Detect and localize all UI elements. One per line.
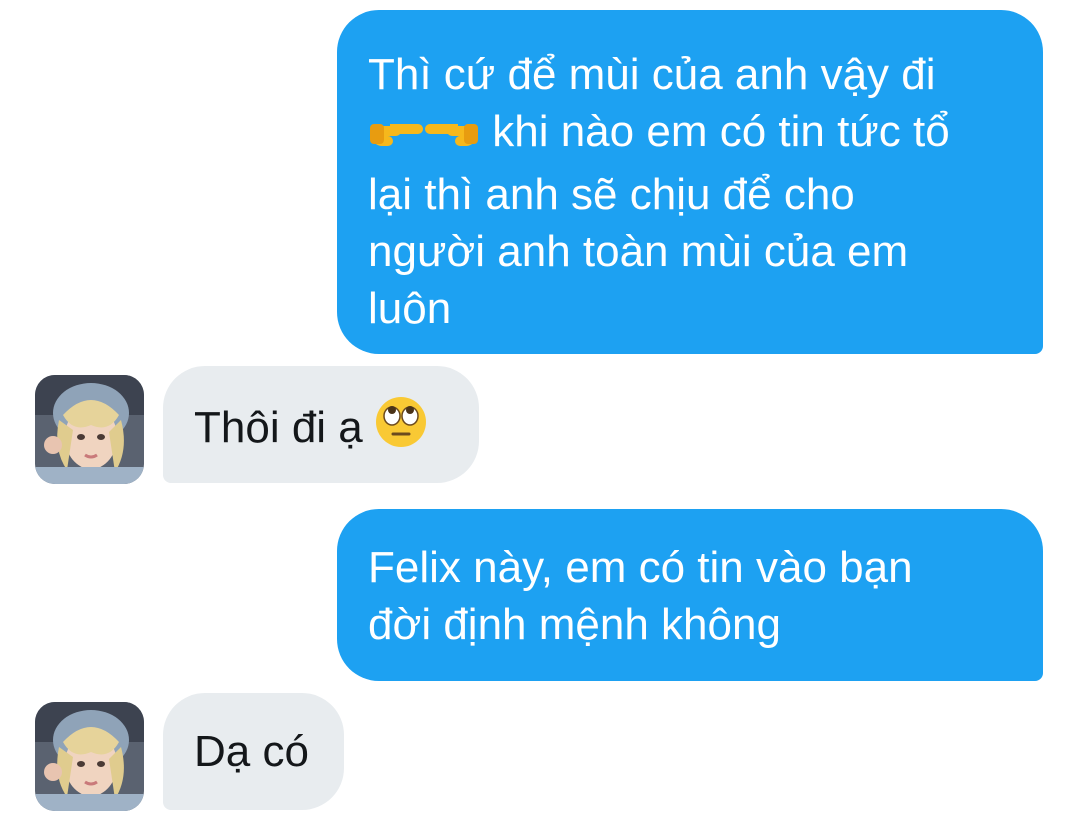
outgoing-message-bubble[interactable]: Thì cứ để mùi của anh vậy đi khi nào em … (337, 10, 1043, 354)
message-line: lại thì anh sẽ chịu để cho (368, 170, 855, 219)
message-text: Thôi đi ạ (194, 403, 363, 452)
avatar-photo-icon (35, 375, 144, 484)
contact-avatar[interactable] (35, 702, 144, 811)
avatar-photo-icon (35, 702, 144, 811)
point-left-emoji-icon (424, 109, 480, 166)
message-line: khi nào em có tin tức tổ (368, 103, 1013, 166)
chat-thread: Thì cứ để mùi của anh vậy đi khi nào em … (0, 0, 1079, 821)
message-line: Thì cứ để mùi của anh vậy đi (368, 50, 936, 99)
outgoing-message-bubble[interactable]: Felix này, em có tin vào bạn đời định mệ… (337, 509, 1043, 681)
contact-avatar[interactable] (35, 375, 144, 484)
message-text: Dạ có (194, 727, 309, 776)
incoming-message-bubble[interactable]: Thôi đi ạ (163, 366, 479, 483)
incoming-message-bubble[interactable]: Dạ có (163, 693, 344, 810)
message-line: luôn (368, 284, 452, 333)
message-line: người anh toàn mùi của em (368, 227, 909, 276)
message-line: Felix này, em có tin vào bạn (368, 543, 913, 592)
message-line: đời định mệnh không (368, 600, 781, 649)
point-right-emoji-icon (368, 109, 424, 166)
rolling-eyes-emoji-icon (375, 396, 427, 462)
